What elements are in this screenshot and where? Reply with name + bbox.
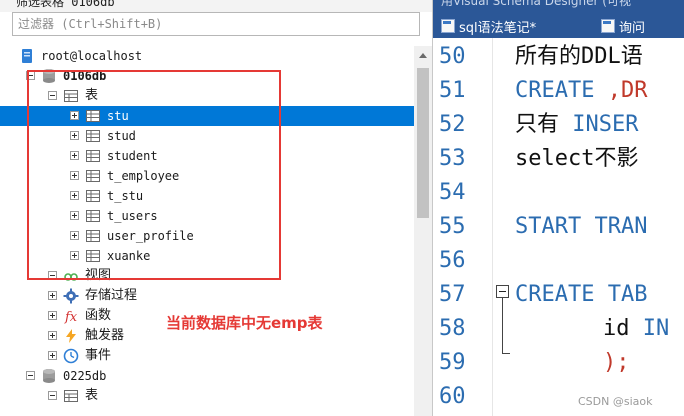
editor-tab-bar: 用Visual Schema Designer (可视 sql语法笔记* 询问 [433,0,684,38]
code-text: ,DR [594,78,648,103]
line-number: 52 [439,112,466,137]
collapse-minus-icon[interactable] [26,371,35,380]
tree-node-label: 表 [85,388,99,403]
tab-label: 询问 [619,20,646,36]
panel-title: 筛选表格 0106db [16,0,115,9]
code-line-57: CREATE TAB [515,278,647,312]
line-number: 53 [439,146,466,171]
tree-node-label: 函数 [85,308,112,323]
svg-text:fx: fx [64,310,78,324]
query-file-icon [601,19,615,33]
code-text: id [603,316,643,341]
code-keyword: CREATE [515,78,595,103]
tree-node-label: 0225db [63,369,107,383]
server-icon [19,48,35,64]
annotation-highlight-box [27,70,281,280]
sql-editor-panel: 用Visual Schema Designer (可视 sql语法笔记* 询问 … [432,0,684,416]
code-text: 所有的DDL语 [515,44,643,69]
line-number-gutter: 50 51 52 53 54 55 56 57 58 59 60 [433,38,493,416]
code-line-51: CREATE ,DR [515,74,647,108]
code-text: ); [603,350,630,375]
tree-node-label: 存储过程 [85,288,138,303]
clock-icon [63,348,79,364]
tree-scrollbar[interactable] [414,46,432,416]
code-text: select不影 [515,146,639,171]
tab-query[interactable]: 询问 [601,16,645,36]
tree-node-label: 触发器 [85,328,125,343]
annotation-note: 当前数据库中无emp表 [166,314,323,332]
expand-plus-icon[interactable] [48,311,57,320]
table-folder-icon [63,388,79,404]
object-browser-panel: 筛选表格 0106db root@localhost0106db表stustud… [0,0,432,416]
tree-node[interactable]: 存储过程 [0,286,414,306]
previous-tab-title[interactable]: 用Visual Schema Designer (可视 [441,0,631,9]
tree-node[interactable]: 事件 [0,346,414,366]
tree-node-label: root@localhost [41,49,143,63]
tree-node[interactable]: 0225db [0,366,414,386]
panel-title-bar: 筛选表格 0106db [0,0,432,12]
code-text: 只有 [515,112,573,137]
code-area[interactable]: 所有的DDL语 CREATE ,DR 只有 INSER select不影 STA… [515,38,684,416]
function-icon: fx [63,308,79,325]
code-keyword: IN [642,316,670,341]
watermark: CSDN @siaok [578,395,653,408]
expand-plus-icon[interactable] [48,351,57,360]
expand-plus-icon[interactable] [48,331,57,340]
code-line-55: START TRAN [515,210,647,244]
line-number: 54 [439,180,466,205]
code-line-50: 所有的DDL语 [515,40,643,74]
code-line-52: 只有 INSER [515,108,638,142]
collapse-minus-icon[interactable] [48,391,57,400]
code-line-58: id IN [515,312,669,346]
line-number: 58 [439,316,466,341]
code-keyword: INSER [572,112,639,137]
code-line-59: ); [515,346,630,380]
line-number: 59 [439,350,466,375]
scrollbar-thumb[interactable] [417,68,429,218]
fold-guide-line [502,298,503,354]
code-keyword: CREATE TAB [515,282,648,307]
fold-collapse-icon[interactable] [496,285,509,298]
filter-input[interactable] [12,12,420,36]
fold-guide-end [502,353,510,354]
expand-plus-icon[interactable] [48,291,57,300]
tree-node[interactable]: 表 [0,386,414,406]
tree-node[interactable]: root@localhost [0,46,414,66]
scroll-up-arrow-icon[interactable] [414,46,432,64]
sql-file-icon [441,19,455,33]
tree-node-label: 事件 [85,348,112,363]
lightning-icon [63,328,79,344]
tab-label: sql语法笔记* [459,20,537,36]
code-keyword: START TRAN [515,214,648,239]
line-number: 60 [439,384,466,409]
line-number: 57 [439,282,466,307]
line-number: 55 [439,214,466,239]
database-icon [41,368,57,384]
line-number: 50 [439,44,466,69]
line-number: 56 [439,248,466,273]
line-number: 51 [439,78,466,103]
tab-sql-notes[interactable]: sql语法笔记* [441,16,536,36]
gear-icon [63,288,79,304]
code-line-53: select不影 [515,142,638,176]
